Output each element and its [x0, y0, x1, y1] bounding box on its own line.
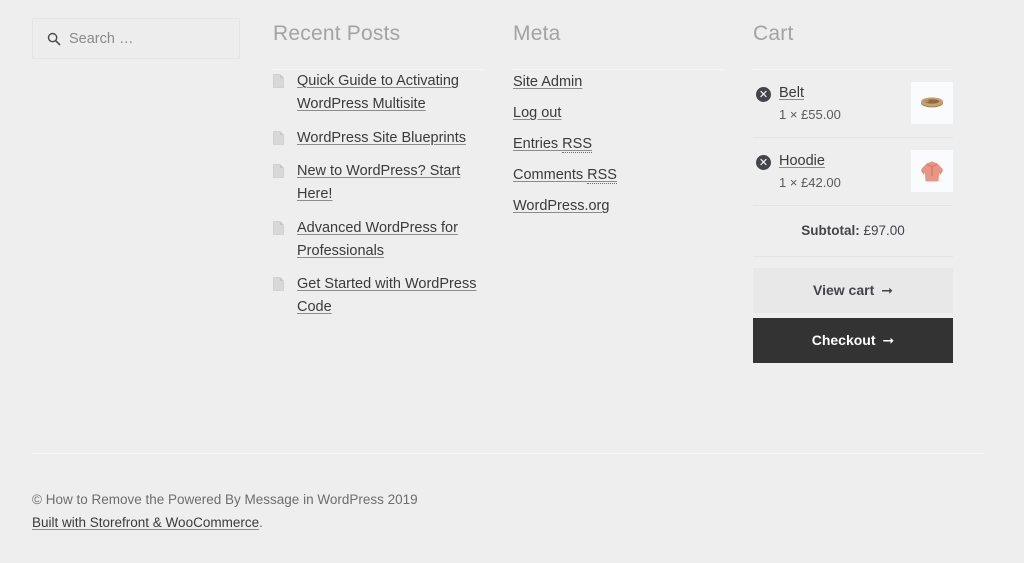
post-link[interactable]: Get Started with WordPress Code — [297, 276, 476, 315]
remove-circle-icon[interactable]: ✕ — [756, 155, 771, 171]
recent-posts-widget: Recent Posts Quick Guide to Activating W… — [273, 0, 483, 330]
footer: © How to Remove the Powered By Message i… — [32, 488, 418, 534]
list-item[interactable]: Get Started with WordPress Code — [273, 273, 483, 318]
document-icon — [273, 130, 284, 145]
meta-link-site-admin[interactable]: Site Admin — [513, 74, 582, 90]
list-item[interactable]: WordPress.org — [513, 194, 723, 218]
arrow-right-icon: ➞ — [882, 333, 895, 350]
list-item[interactable]: Comments RSS — [513, 163, 723, 187]
document-icon — [273, 220, 284, 235]
meta-widget: Meta Site Admin Log out Entries RSS Comm… — [513, 0, 723, 225]
list-item: ✕ Hoodie 1 × £42.00 — [753, 138, 953, 207]
footer-divider — [32, 453, 985, 454]
post-link[interactable]: Advanced WordPress for Professionals — [297, 220, 458, 259]
cart-title: Cart — [753, 22, 794, 45]
cart-widget: Cart ✕ Belt 1 × £55.00 ✕ Hoodie 1 × £42.… — [753, 0, 953, 364]
cart-product-link[interactable]: Belt — [779, 85, 804, 101]
remove-circle-icon[interactable]: ✕ — [756, 87, 771, 103]
meta-link-log-out[interactable]: Log out — [513, 105, 561, 121]
meta-link-comments-rss[interactable]: Comments RSS — [513, 167, 617, 185]
list-item: ✕ Belt 1 × £55.00 — [753, 70, 953, 139]
cart-product-link[interactable]: Hoodie — [779, 153, 825, 169]
cart-subtotal-label: Subtotal: — [801, 223, 860, 239]
footer-credit-period: . — [259, 515, 263, 531]
list-item[interactable]: WordPress Site Blueprints — [273, 127, 483, 150]
list-item[interactable]: New to WordPress? Start Here! — [273, 160, 483, 205]
cart-subtotal-value: £97.00 — [863, 223, 905, 239]
post-link[interactable]: New to WordPress? Start Here! — [297, 163, 460, 202]
built-with-link[interactable]: Built with Storefront & WooCommerce — [32, 515, 259, 530]
footer-credit: Built with Storefront & WooCommerce. — [32, 511, 418, 534]
search-widget — [32, 0, 240, 59]
list-item[interactable]: Site Admin — [513, 70, 723, 94]
meta-link-entries-rss[interactable]: Entries RSS — [513, 136, 592, 154]
meta-title: Meta — [513, 22, 561, 45]
view-cart-label: View cart — [813, 282, 875, 299]
recent-posts-list: Quick Guide to Activating WordPress Mult… — [273, 70, 483, 318]
post-link[interactable]: WordPress Site Blueprints — [297, 130, 466, 146]
list-item[interactable]: Advanced WordPress for Professionals — [273, 217, 483, 262]
document-icon — [273, 163, 284, 179]
recent-posts-title: Recent Posts — [273, 22, 401, 45]
cart-item-quantity-price: 1 × £42.00 — [779, 175, 841, 191]
search-form[interactable] — [32, 18, 240, 59]
abbreviation: RSS — [587, 167, 617, 185]
view-cart-button[interactable]: View cart ➞ — [753, 268, 953, 314]
post-link[interactable]: Quick Guide to Activating WordPress Mult… — [297, 73, 459, 112]
list-item[interactable]: Quick Guide to Activating WordPress Mult… — [273, 70, 483, 115]
hoodie-thumbnail[interactable] — [911, 150, 953, 193]
cart-subtotal: Subtotal: £97.00 — [753, 206, 953, 258]
cart-item-quantity-price: 1 × £55.00 — [779, 107, 841, 123]
abbreviation: RSS — [562, 136, 592, 154]
meta-link-wordpress-org[interactable]: WordPress.org — [513, 198, 609, 214]
arrow-right-icon: ➞ — [881, 283, 893, 300]
footer-copyright: © How to Remove the Powered By Message i… — [32, 492, 418, 507]
list-item[interactable]: Entries RSS — [513, 132, 723, 156]
belt-thumbnail[interactable] — [911, 82, 953, 125]
meta-list: Site Admin Log out Entries RSS Comments … — [513, 70, 723, 218]
checkout-label: Checkout — [811, 332, 876, 349]
checkout-button[interactable]: Checkout ➞ — [753, 318, 953, 364]
document-icon — [273, 276, 284, 292]
document-icon — [273, 73, 284, 89]
search-input[interactable] — [33, 19, 239, 58]
page-root: Recent Posts Quick Guide to Activating W… — [0, 0, 1024, 563]
list-item[interactable]: Log out — [513, 101, 723, 125]
cart-items-list: ✕ Belt 1 × £55.00 ✕ Hoodie 1 × £42.00 — [753, 70, 953, 207]
